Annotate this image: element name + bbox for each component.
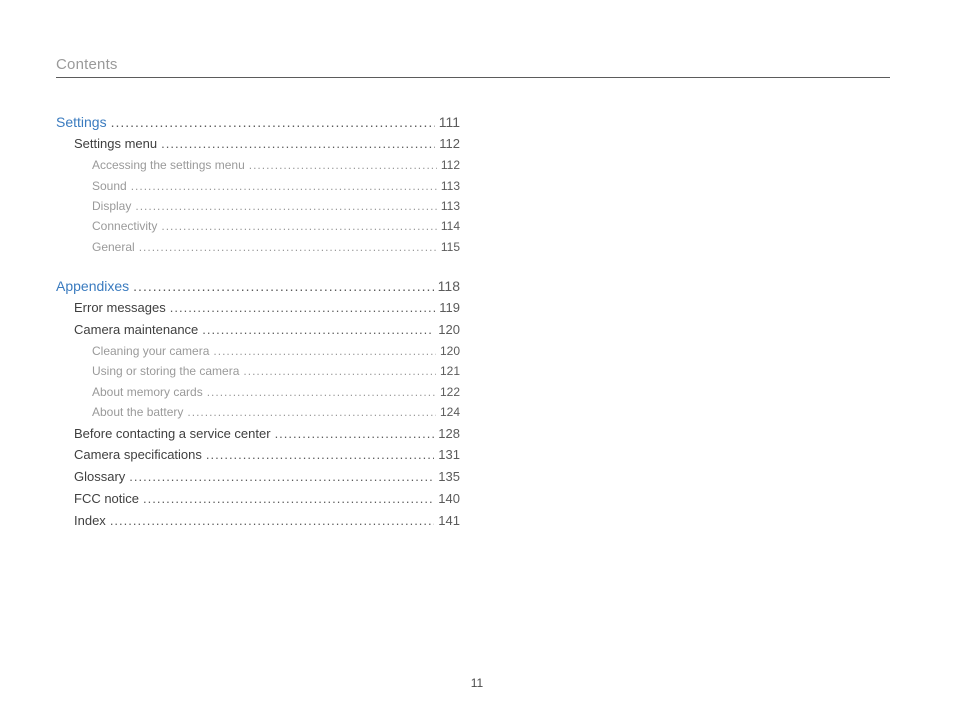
toc-page: 124 bbox=[440, 404, 460, 421]
toc-label: FCC notice bbox=[74, 490, 139, 509]
page-number: 11 bbox=[0, 676, 954, 690]
toc-label: General bbox=[92, 239, 135, 256]
toc-label: Settings menu bbox=[74, 135, 157, 154]
toc-page: 122 bbox=[440, 384, 460, 401]
toc-item-settings-menu[interactable]: Settings menu 112 bbox=[56, 135, 460, 154]
toc-leader bbox=[131, 178, 437, 195]
toc-page: 113 bbox=[441, 198, 460, 215]
toc-leader bbox=[206, 446, 434, 465]
toc-page: 113 bbox=[441, 178, 460, 195]
toc-subitem-general[interactable]: General 115 bbox=[56, 239, 460, 256]
toc-page: 120 bbox=[440, 343, 460, 360]
toc-leader bbox=[133, 276, 434, 296]
toc-page: 135 bbox=[438, 468, 460, 487]
toc-page: 141 bbox=[438, 512, 460, 531]
toc-leader bbox=[161, 135, 435, 154]
toc-item-service-center[interactable]: Before contacting a service center 128 bbox=[56, 425, 460, 444]
toc-page: 115 bbox=[441, 239, 460, 256]
toc-gap bbox=[56, 259, 460, 273]
contents-page: Contents Settings 111 Settings menu 112 … bbox=[0, 0, 954, 720]
toc-label: Error messages bbox=[74, 299, 166, 318]
toc-subitem-memory-cards[interactable]: About memory cards 122 bbox=[56, 384, 460, 401]
toc-leader bbox=[207, 384, 436, 401]
toc-leader bbox=[202, 321, 434, 340]
table-of-contents: Settings 111 Settings menu 112 Accessing… bbox=[56, 112, 460, 531]
toc-label: Camera specifications bbox=[74, 446, 202, 465]
toc-leader bbox=[129, 468, 434, 487]
toc-page: 140 bbox=[438, 490, 460, 509]
toc-leader bbox=[275, 425, 435, 444]
toc-subitem-using-storing[interactable]: Using or storing the camera 121 bbox=[56, 363, 460, 380]
toc-page: 114 bbox=[441, 218, 460, 235]
toc-label: Connectivity bbox=[92, 218, 157, 235]
toc-page: 111 bbox=[439, 112, 460, 132]
toc-leader bbox=[143, 490, 434, 509]
toc-label: Appendixes bbox=[56, 276, 129, 296]
toc-page: 112 bbox=[441, 157, 460, 174]
toc-label: About the battery bbox=[92, 404, 183, 421]
toc-label: Camera maintenance bbox=[74, 321, 198, 340]
toc-label: About memory cards bbox=[92, 384, 203, 401]
toc-item-fcc-notice[interactable]: FCC notice 140 bbox=[56, 490, 460, 509]
toc-section-appendixes[interactable]: Appendixes 118 bbox=[56, 276, 460, 296]
toc-leader bbox=[243, 363, 436, 380]
toc-label: Index bbox=[74, 512, 106, 531]
toc-label: Glossary bbox=[74, 468, 125, 487]
toc-leader bbox=[111, 112, 435, 132]
toc-item-glossary[interactable]: Glossary 135 bbox=[56, 468, 460, 487]
toc-subitem-cleaning-camera[interactable]: Cleaning your camera 120 bbox=[56, 343, 460, 360]
toc-subitem-accessing-settings[interactable]: Accessing the settings menu 112 bbox=[56, 157, 460, 174]
toc-leader bbox=[139, 239, 437, 256]
toc-subitem-display[interactable]: Display 113 bbox=[56, 198, 460, 215]
toc-leader bbox=[110, 512, 434, 531]
toc-page: 128 bbox=[438, 425, 460, 444]
toc-label: Accessing the settings menu bbox=[92, 157, 245, 174]
toc-label: Using or storing the camera bbox=[92, 363, 239, 380]
toc-leader bbox=[187, 404, 436, 421]
toc-label: Display bbox=[92, 198, 131, 215]
toc-page: 112 bbox=[439, 135, 460, 154]
toc-page: 119 bbox=[439, 299, 460, 318]
toc-leader bbox=[161, 218, 436, 235]
toc-page: 121 bbox=[440, 363, 460, 380]
toc-leader bbox=[213, 343, 436, 360]
toc-leader bbox=[249, 157, 437, 174]
toc-label: Before contacting a service center bbox=[74, 425, 271, 444]
toc-item-error-messages[interactable]: Error messages 119 bbox=[56, 299, 460, 318]
toc-subitem-connectivity[interactable]: Connectivity 114 bbox=[56, 218, 460, 235]
toc-page: 118 bbox=[438, 276, 460, 296]
toc-label: Cleaning your camera bbox=[92, 343, 209, 360]
toc-page: 131 bbox=[438, 446, 460, 465]
toc-leader bbox=[170, 299, 436, 318]
page-title: Contents bbox=[56, 56, 890, 77]
header-divider bbox=[56, 77, 890, 78]
toc-label: Settings bbox=[56, 112, 107, 132]
toc-item-index[interactable]: Index 141 bbox=[56, 512, 460, 531]
toc-item-camera-maintenance[interactable]: Camera maintenance 120 bbox=[56, 321, 460, 340]
toc-item-camera-specifications[interactable]: Camera specifications 131 bbox=[56, 446, 460, 465]
toc-leader bbox=[135, 198, 437, 215]
toc-section-settings[interactable]: Settings 111 bbox=[56, 112, 460, 132]
toc-label: Sound bbox=[92, 178, 127, 195]
toc-subitem-sound[interactable]: Sound 113 bbox=[56, 178, 460, 195]
toc-page: 120 bbox=[438, 321, 460, 340]
toc-subitem-battery[interactable]: About the battery 124 bbox=[56, 404, 460, 421]
